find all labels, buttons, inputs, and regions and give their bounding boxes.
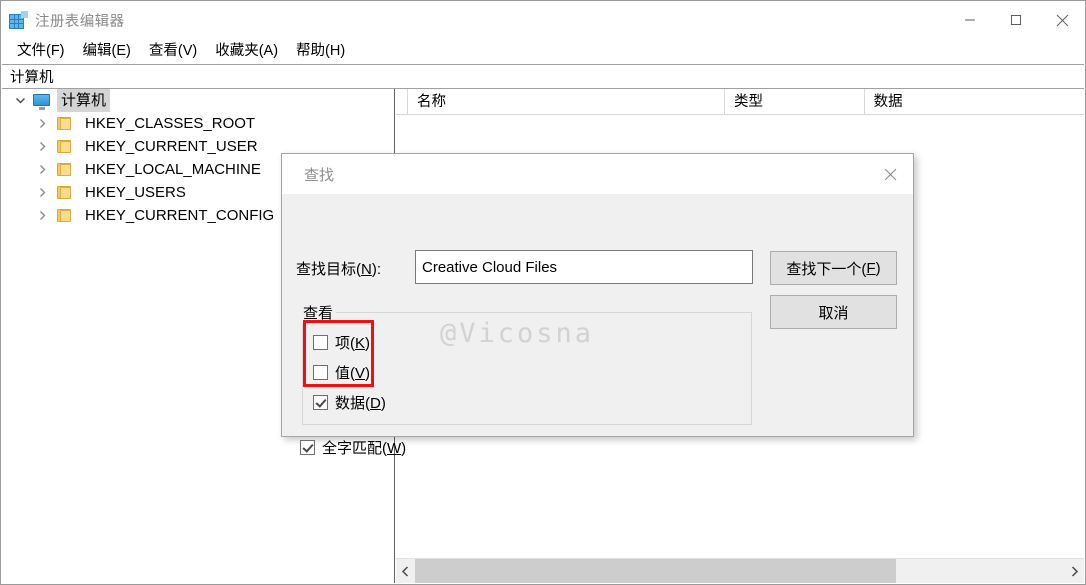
menu-file[interactable]: 文件(F) <box>8 41 74 62</box>
column-header-type[interactable]: 类型 <box>725 89 865 114</box>
find-dialog-body: 查找目标(N): 查找下一个(F) 取消 查看 @Vicosna 项(K) 值(… <box>282 194 913 457</box>
close-icon[interactable] <box>867 154 913 194</box>
checkbox-match-whole-string[interactable]: 全字匹配(W) <box>300 437 406 458</box>
chevron-right-icon[interactable] <box>30 181 54 204</box>
checkbox-label: 值(V) <box>335 365 371 382</box>
horizontal-scrollbar[interactable] <box>396 558 1084 583</box>
tree-node-label: HKEY_CURRENT_USER <box>85 138 258 155</box>
cancel-button[interactable]: 取消 <box>770 295 897 329</box>
maximize-icon[interactable] <box>993 1 1039 39</box>
watermark: @Vicosna <box>440 318 595 349</box>
folder-icon <box>54 137 74 157</box>
folder-icon <box>54 206 74 226</box>
folder-icon <box>54 183 74 203</box>
minimize-icon[interactable] <box>947 1 993 39</box>
scrollbar-track[interactable] <box>415 558 1065 583</box>
registry-editor-icon <box>9 11 28 29</box>
find-dialog-titlebar: 查找 <box>282 154 913 194</box>
window-title: 注册表编辑器 <box>35 13 125 30</box>
tree-node-computer[interactable]: 计算机 <box>2 89 394 112</box>
checkbox-box[interactable] <box>300 440 315 455</box>
chevron-right-icon[interactable] <box>1065 559 1084 584</box>
title-bar: 注册表编辑器 <box>1 1 1085 39</box>
list-column-header: 名称 类型 数据 <box>396 89 1084 115</box>
chevron-right-icon[interactable] <box>30 112 54 135</box>
tree-node-label: HKEY_CURRENT_CONFIG <box>85 207 275 224</box>
checkbox-label: 数据(D) <box>335 395 386 412</box>
column-header-name[interactable]: 名称 <box>408 89 726 114</box>
tree-node-label: 计算机 <box>57 89 111 112</box>
chevron-left-icon[interactable] <box>396 559 415 584</box>
menu-view[interactable]: 查看(V) <box>140 41 206 62</box>
checkbox-data[interactable]: 数据(D) <box>313 392 386 413</box>
folder-icon <box>54 160 74 180</box>
registry-editor-window: 注册表编辑器 文件(F) 编辑(E) 查看(V) 收藏夹(A) 帮助(H) 计算… <box>0 0 1086 585</box>
checkbox-label: 项(K) <box>335 335 371 352</box>
checkbox-box[interactable] <box>313 365 328 380</box>
menu-favorites[interactable]: 收藏夹(A) <box>206 41 287 62</box>
column-header-data[interactable]: 数据 <box>865 89 1084 114</box>
checkbox-label: 全字匹配(W) <box>322 440 407 457</box>
checkbox-box[interactable] <box>313 395 328 410</box>
checkbox-box[interactable] <box>313 335 328 350</box>
chevron-down-icon[interactable] <box>8 89 32 112</box>
find-next-button[interactable]: 查找下一个(F) <box>770 251 897 285</box>
find-dialog: 查找 查找目标(N): 查找下一个(F) 取消 查看 @Vicosna 项(K)… <box>281 153 914 457</box>
menu-bar: 文件(F) 编辑(E) 查看(V) 收藏夹(A) 帮助(H) <box>1 39 1085 64</box>
view-group-legend: 查看 <box>300 302 337 323</box>
menu-help[interactable]: 帮助(H) <box>287 41 354 62</box>
column-gutter <box>396 89 408 114</box>
address-bar[interactable]: 计算机 <box>2 64 1084 89</box>
find-dialog-title: 查找 <box>304 166 335 184</box>
tree-node-label: HKEY_USERS <box>85 184 186 201</box>
chevron-right-icon[interactable] <box>30 135 54 158</box>
chevron-right-icon[interactable] <box>30 158 54 181</box>
find-target-input[interactable] <box>415 250 753 284</box>
address-bar-value: 计算机 <box>10 70 54 86</box>
checkbox-keys[interactable]: 项(K) <box>313 332 370 353</box>
close-icon[interactable] <box>1039 1 1085 39</box>
tree-node-label: HKEY_CLASSES_ROOT <box>85 115 256 132</box>
chevron-right-icon[interactable] <box>30 204 54 227</box>
monitor-icon <box>32 91 52 111</box>
folder-icon <box>54 114 74 134</box>
scrollbar-thumb[interactable] <box>415 558 896 583</box>
tree-node-hkey-classes-root[interactable]: HKEY_CLASSES_ROOT <box>2 112 394 135</box>
checkbox-values[interactable]: 值(V) <box>313 362 370 383</box>
find-target-label: 查找目标(N): <box>296 261 382 278</box>
menu-edit[interactable]: 编辑(E) <box>74 41 140 62</box>
tree-node-label: HKEY_LOCAL_MACHINE <box>85 161 261 178</box>
window-controls <box>947 1 1085 39</box>
